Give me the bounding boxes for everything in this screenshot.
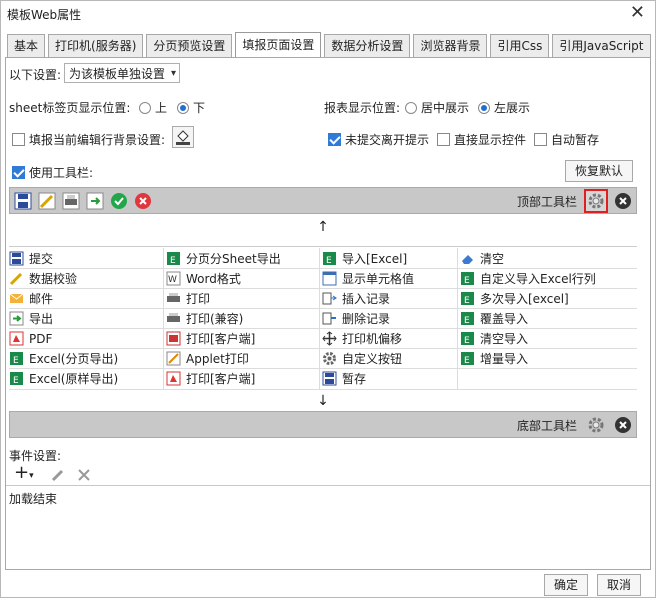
sheet-pos-top-label: 上 (155, 101, 168, 115)
bottom-toolbar-settings-button[interactable] (586, 415, 606, 435)
save-icon[interactable] (14, 192, 32, 210)
tab-javascript[interactable]: 引用JavaScript (552, 34, 651, 57)
add-event-button[interactable]: +▾ (14, 464, 34, 484)
close-icon[interactable]: ✕ (630, 3, 645, 23)
use-toolbar-label: 使用工具栏: (29, 166, 94, 180)
unsubmit-label: 未提交离开提示 (345, 133, 430, 147)
event-list: 加载结束 (6, 485, 650, 568)
bottom-toolbar-label: 底部工具栏 (517, 419, 578, 433)
use-toolbar-checkbox[interactable]: 使用工具栏: (12, 164, 93, 181)
top-toolbar-label: 顶部工具栏 (517, 195, 578, 209)
close-circle-icon (615, 193, 631, 209)
move-up-arrow[interactable]: ↑ (9, 217, 637, 237)
paint-bucket-button[interactable] (172, 126, 194, 148)
tab-browser-bg[interactable]: 浏览器背景 (413, 34, 488, 57)
tab-page-preview[interactable]: 分页预览设置 (146, 34, 233, 57)
move-down-arrow[interactable]: ↓ (9, 391, 637, 411)
top-toolbar-remove-button[interactable] (614, 192, 632, 213)
tab-printer-server[interactable]: 打印机(服务器) (48, 34, 144, 57)
tab-data-analysis[interactable]: 数据分析设置 (324, 34, 411, 57)
top-toolbar: 顶部工具栏 (9, 187, 637, 214)
grid-lines (9, 248, 637, 390)
dialog: 模板Web属性 ✕ 基本 打印机(服务器) 分页预览设置 填报页面设置 数据分析… (0, 0, 656, 598)
gear-icon (588, 417, 604, 433)
sheet-pos-bottom-label: 下 (193, 101, 206, 115)
top-toolbar-settings-button[interactable] (584, 189, 608, 213)
settings-panel: 以下设置: 为该模板单独设置 ▾ sheet标签页显示位置: 上 下 报表显示位… (5, 57, 651, 570)
sheet-pos-bottom-radio[interactable]: 下 (177, 99, 205, 116)
cancel-circle-icon[interactable] (134, 192, 152, 210)
tab-bar: 基本 打印机(服务器) 分页预览设置 填报页面设置 数据分析设置 浏览器背景 引… (7, 32, 654, 57)
fill-bg-checkbox[interactable]: 填报当前编辑行背景设置: (12, 131, 165, 148)
chevron-down-icon: ▾ (171, 67, 177, 79)
direct-ctrl-label: 直接显示控件 (454, 133, 527, 147)
ok-button[interactable]: 确定 (544, 574, 588, 596)
title-bar: 模板Web属性 ✕ (1, 1, 655, 27)
report-pos-center-radio[interactable]: 居中展示 (405, 99, 469, 116)
print-icon[interactable] (62, 192, 80, 210)
window-title: 模板Web属性 (7, 8, 82, 22)
report-pos-left-radio[interactable]: 左展示 (478, 99, 530, 116)
close-circle-icon (615, 417, 631, 433)
autosave-checkbox[interactable]: 自动暂存 (534, 131, 599, 148)
bottom-toolbar: 底部工具栏 (9, 411, 637, 438)
delete-icon[interactable] (76, 467, 92, 483)
scope-value: 为该模板单独设置 (69, 66, 166, 81)
gear-icon (588, 193, 604, 209)
sheet-pos-top-radio[interactable]: 上 (139, 99, 167, 116)
tab-fill-page[interactable]: 填报页面设置 (235, 32, 322, 57)
tab-css[interactable]: 引用Css (490, 34, 550, 57)
direct-ctrl-checkbox[interactable]: 直接显示控件 (437, 131, 526, 148)
bottom-toolbar-remove-button[interactable] (614, 416, 632, 437)
event-item[interactable]: 加载结束 (9, 490, 57, 507)
restore-default-button[interactable]: 恢复默认 (565, 160, 633, 182)
verify-icon[interactable] (38, 192, 56, 210)
export-icon[interactable] (86, 192, 104, 210)
scope-select[interactable]: 为该模板单独设置 ▾ (64, 63, 181, 83)
sheet-pos-label: sheet标签页显示位置: (9, 101, 131, 115)
event-header: 事件设置: +▾ (6, 439, 650, 485)
divider (9, 237, 637, 247)
tab-basic[interactable]: 基本 (7, 34, 46, 57)
report-pos-label: 报表显示位置: (324, 101, 401, 115)
edit-icon[interactable] (50, 467, 66, 483)
ok-circle-icon[interactable] (110, 192, 128, 210)
cancel-button[interactable]: 取消 (597, 574, 641, 596)
scope-label: 以下设置: (9, 68, 62, 82)
fill-bg-label: 填报当前编辑行背景设置: (29, 133, 166, 147)
unsubmit-checkbox[interactable]: 未提交离开提示 (328, 131, 429, 148)
report-pos-center-label: 居中展示 (421, 101, 470, 115)
report-pos-left-label: 左展示 (494, 101, 531, 115)
autosave-label: 自动暂存 (551, 133, 600, 147)
paint-bucket-icon (176, 130, 190, 145)
